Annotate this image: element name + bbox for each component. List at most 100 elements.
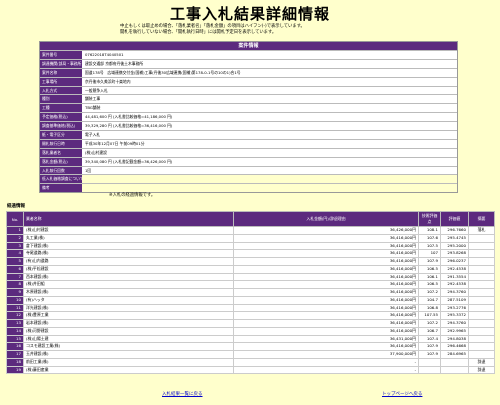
row-number: 5 (6, 257, 24, 266)
results-table: No. 業者名称 入札金額(円)/辞退理由 技術評価点 評価値 摘要 1 (株)山… (6, 211, 495, 375)
info-value: 平成30年12月07日 午前09時01分 (82, 139, 457, 148)
tech-score: 107.2 (418, 319, 441, 328)
remark (468, 280, 495, 289)
bid-amount: - (233, 357, 419, 367)
bid-amount: 36,416,000円 (233, 303, 419, 313)
case-info-heading: 案件情報 (40, 42, 457, 50)
row-number: 3 (6, 241, 24, 251)
info-row: 入札執行回数 1回 (40, 165, 457, 175)
header-eval-score: 評価値 (440, 211, 469, 227)
eval-score: 296.0237 (440, 257, 469, 266)
remark (468, 303, 495, 313)
info-value: 国道178号 広域連携交付金(国補)工事(丹後30広域連携(国補)第178-0-… (82, 68, 457, 77)
remark (468, 233, 495, 243)
header-no: No. (6, 211, 24, 227)
eval-score: 293.8268 (440, 249, 469, 258)
remark (468, 288, 495, 297)
remark (468, 272, 495, 282)
info-row: 落札金額(税込) 39,340,080 円 (入札書記載金額=36,426,000… (40, 156, 457, 166)
row-number: 19 (6, 365, 24, 375)
info-value: TBG舗装 (82, 104, 457, 113)
remark (468, 334, 495, 344)
info-value: 39,340,080 円 (入札書記載金額=36,426,000 円) (82, 157, 457, 166)
info-row: 案件番号 07622018T4040501 (40, 50, 457, 59)
info-label: 入札執行回数 (40, 166, 82, 175)
header-remark: 摘要 (468, 211, 495, 227)
info-row: 備考 (40, 183, 457, 193)
note-line: 開札を執行していない場合、「開札執行日時」には開札予定日を表示しています。 (120, 29, 277, 35)
info-row: 落札業者名 (株)山村建設 (40, 147, 457, 157)
remark: 落札 (468, 226, 495, 235)
info-row: 種別 舗装工事 (40, 94, 457, 104)
eval-score: 295.2000 (440, 241, 469, 251)
info-label: 備考 (40, 184, 82, 193)
company-name: 岩本建設(株) (23, 319, 234, 328)
row-number: 2 (6, 233, 24, 243)
tech-score (418, 365, 441, 375)
row-number: 6 (6, 264, 24, 274)
remark (468, 342, 495, 351)
remark (468, 257, 495, 266)
remark: 辞退 (468, 365, 495, 375)
eval-score (440, 357, 469, 367)
remark (468, 295, 495, 305)
tech-score: 107 (418, 249, 441, 258)
tech-score: 107.9 (418, 257, 441, 266)
tech-score: 104.7 (418, 295, 441, 305)
bid-amount: 36,416,000円 (233, 326, 419, 336)
eval-score: 292.4538 (440, 264, 469, 274)
back-to-list-link[interactable]: 入札結果一覧に戻る (162, 391, 203, 397)
company-name: (有)ハッタ (23, 295, 234, 305)
eval-score: 293.2776 (440, 303, 469, 313)
bid-amount: 36,416,000円 (233, 272, 419, 282)
tech-score: 107.9 (418, 350, 441, 359)
eval-score (440, 365, 469, 375)
remark (468, 311, 495, 320)
info-row: 調達機関(部局・事務所) 建設交通部 京都府丹後土木事務所 (40, 58, 457, 68)
row-number: 7 (6, 272, 24, 282)
tech-score: 107.2 (418, 288, 441, 297)
row-number: 17 (6, 350, 24, 359)
tech-score (418, 357, 441, 367)
table-row: 18 前田工業(株) - 辞退 (6, 357, 495, 367)
table-row: 9 木原建設(株) 36,416,000円 107.2 294.3760 (6, 288, 495, 297)
bid-amount: 36,416,000円 (233, 295, 419, 305)
info-value: 電子入札 (82, 131, 457, 139)
row-number: 8 (6, 280, 24, 289)
eval-score: 292.9965 (440, 326, 469, 336)
tech-score: 107.4 (418, 334, 441, 344)
eval-score: 291.3554 (440, 272, 469, 282)
top-page-link[interactable]: トップページへ戻る (382, 391, 422, 397)
company-name: 丸工業(株) (23, 233, 234, 243)
info-label: 工種 (40, 104, 82, 113)
remark (468, 350, 495, 359)
company-name: 寺尾道路(株) (23, 249, 234, 258)
bid-amount: 36,431,000円 (233, 334, 419, 344)
tech-score: 106.7 (418, 326, 441, 336)
row-number: 10 (6, 295, 24, 305)
info-value: 44,481,600 円 (入札書比較価格=41,186,000 円) (82, 113, 457, 122)
eval-score: 295.3372 (440, 311, 469, 320)
info-label: 落札業者名 (40, 148, 82, 157)
info-row: 予定価格(税込) 44,481,600 円 (入札書比較価格=41,186,000… (40, 112, 457, 122)
company-name: 玉井建設(株) (23, 350, 234, 359)
row-number: 12 (6, 311, 24, 320)
info-label: 案件番号 (40, 51, 82, 59)
eval-score: 296.4668 (440, 342, 469, 351)
remark (468, 326, 495, 336)
info-label: 開札執行日時 (40, 139, 82, 148)
info-label: 調達機関(部局・事務所) (40, 59, 82, 68)
row-number: 1 (6, 226, 24, 235)
company-name: (株)山村建設 (23, 226, 234, 235)
bid-amount: 36,416,000円 (233, 311, 419, 320)
info-label: 低入札価格調査について (40, 175, 82, 184)
info-label: 調査基準価格(税込) (40, 122, 82, 131)
bid-amount: 36,416,000円 (233, 280, 419, 289)
info-label: 入札方式 (40, 86, 82, 95)
info-label: 紙・電子区分 (40, 131, 82, 139)
info-label: 案件名称 (40, 68, 82, 77)
info-value: 京丹後市久美浜町十楽地内 (82, 77, 457, 86)
info-value (82, 175, 457, 184)
tech-score: 107.6 (418, 233, 441, 243)
table-row: 12 (株)豊原工業 36,416,000円 107.55 295.3372 (6, 311, 495, 320)
